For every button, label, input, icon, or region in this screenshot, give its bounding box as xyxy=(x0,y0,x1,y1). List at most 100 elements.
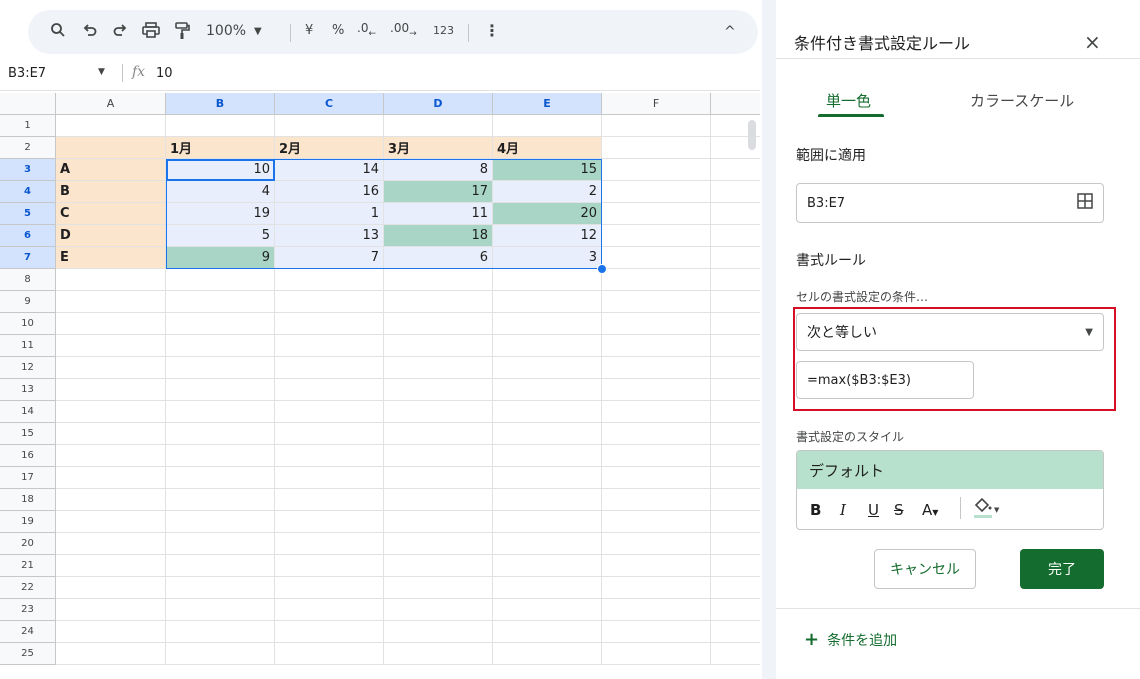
row-header-21[interactable]: 21 xyxy=(0,555,56,577)
cell[interactable] xyxy=(711,445,760,467)
collapse-toolbar-icon[interactable]: ^ xyxy=(724,24,736,40)
row-header-4[interactable]: 4 xyxy=(0,181,56,203)
cell[interactable] xyxy=(493,599,602,621)
cell[interactable] xyxy=(384,357,493,379)
cell[interactable] xyxy=(275,533,384,555)
cell[interactable] xyxy=(275,423,384,445)
cell[interactable] xyxy=(602,511,711,533)
cell[interactable] xyxy=(493,335,602,357)
cell[interactable] xyxy=(711,159,760,181)
cell[interactable] xyxy=(56,335,166,357)
cell[interactable] xyxy=(384,511,493,533)
condition-select[interactable]: 次と等しい ▼ xyxy=(796,313,1104,351)
cell[interactable] xyxy=(493,511,602,533)
cell[interactable] xyxy=(384,577,493,599)
cell[interactable] xyxy=(275,115,384,137)
cell[interactable]: 9 xyxy=(166,247,275,269)
cell[interactable] xyxy=(56,379,166,401)
cell[interactable] xyxy=(384,379,493,401)
cell[interactable] xyxy=(602,335,711,357)
cell[interactable] xyxy=(166,621,275,643)
more-options-icon[interactable]: ⋮ xyxy=(484,21,500,40)
cell[interactable]: E xyxy=(56,247,166,269)
cell[interactable]: 3 xyxy=(493,247,602,269)
print-icon[interactable] xyxy=(142,22,160,38)
cell[interactable] xyxy=(493,489,602,511)
cell[interactable] xyxy=(384,533,493,555)
cell[interactable] xyxy=(56,445,166,467)
cell[interactable]: 4 xyxy=(166,181,275,203)
row-header-3[interactable]: 3 xyxy=(0,159,56,181)
column-header-e[interactable]: E xyxy=(493,93,602,115)
cell[interactable] xyxy=(602,181,711,203)
cell[interactable] xyxy=(384,335,493,357)
cell[interactable] xyxy=(56,401,166,423)
cell[interactable] xyxy=(275,599,384,621)
tab-single-color[interactable]: 単一色 xyxy=(826,90,871,111)
cell[interactable] xyxy=(275,335,384,357)
cell[interactable] xyxy=(493,291,602,313)
cell[interactable] xyxy=(493,533,602,555)
cell[interactable]: 16 xyxy=(275,181,384,203)
cell[interactable] xyxy=(384,445,493,467)
cell[interactable] xyxy=(384,555,493,577)
cell[interactable] xyxy=(711,423,760,445)
row-header-17[interactable]: 17 xyxy=(0,467,56,489)
cell[interactable]: 14 xyxy=(275,159,384,181)
row-header-6[interactable]: 6 xyxy=(0,225,56,247)
percent-format-button[interactable]: % xyxy=(332,23,344,38)
cell[interactable]: 18 xyxy=(384,225,493,247)
cell[interactable] xyxy=(711,489,760,511)
close-icon[interactable]: × xyxy=(1084,30,1101,54)
cell[interactable] xyxy=(602,533,711,555)
cell[interactable] xyxy=(275,467,384,489)
cell[interactable] xyxy=(166,335,275,357)
fill-handle[interactable] xyxy=(597,264,607,274)
cell[interactable] xyxy=(384,643,493,665)
cell[interactable] xyxy=(166,313,275,335)
text-color-icon[interactable]: A▼ xyxy=(922,501,938,519)
row-header-23[interactable]: 23 xyxy=(0,599,56,621)
cell[interactable] xyxy=(275,445,384,467)
cancel-button[interactable]: キャンセル xyxy=(874,549,976,589)
formula-input[interactable]: 10 xyxy=(156,66,173,81)
cell[interactable] xyxy=(56,313,166,335)
cell[interactable] xyxy=(493,269,602,291)
cell[interactable] xyxy=(56,643,166,665)
cell[interactable]: C xyxy=(56,203,166,225)
bold-icon[interactable]: B xyxy=(810,501,821,519)
cell[interactable] xyxy=(602,599,711,621)
cell[interactable] xyxy=(56,467,166,489)
cell[interactable] xyxy=(602,291,711,313)
column-header-a[interactable]: A xyxy=(56,93,166,115)
cell[interactable] xyxy=(711,291,760,313)
cell[interactable] xyxy=(711,643,760,665)
cell[interactable] xyxy=(493,555,602,577)
cell[interactable] xyxy=(493,357,602,379)
cell[interactable] xyxy=(493,115,602,137)
add-rule-button[interactable]: + 条件を追加 xyxy=(804,629,897,650)
cell[interactable] xyxy=(493,643,602,665)
cell[interactable] xyxy=(275,313,384,335)
cell[interactable] xyxy=(166,643,275,665)
cell[interactable] xyxy=(711,621,760,643)
cell[interactable]: 7 xyxy=(275,247,384,269)
cell[interactable]: D xyxy=(56,225,166,247)
cell[interactable] xyxy=(166,533,275,555)
cell[interactable] xyxy=(166,511,275,533)
strikethrough-icon[interactable]: S xyxy=(894,501,904,519)
cell[interactable] xyxy=(602,137,711,159)
cell[interactable] xyxy=(56,269,166,291)
cell[interactable] xyxy=(602,555,711,577)
cell[interactable] xyxy=(711,269,760,291)
column-header-b[interactable]: B xyxy=(166,93,275,115)
cell[interactable] xyxy=(384,621,493,643)
cell[interactable] xyxy=(602,467,711,489)
row-header-22[interactable]: 22 xyxy=(0,577,56,599)
tab-color-scale[interactable]: カラースケール xyxy=(970,90,1074,111)
cell[interactable] xyxy=(56,533,166,555)
cell[interactable] xyxy=(602,247,711,269)
column-header-d[interactable]: D xyxy=(384,93,493,115)
cell[interactable] xyxy=(602,643,711,665)
cell[interactable] xyxy=(166,115,275,137)
